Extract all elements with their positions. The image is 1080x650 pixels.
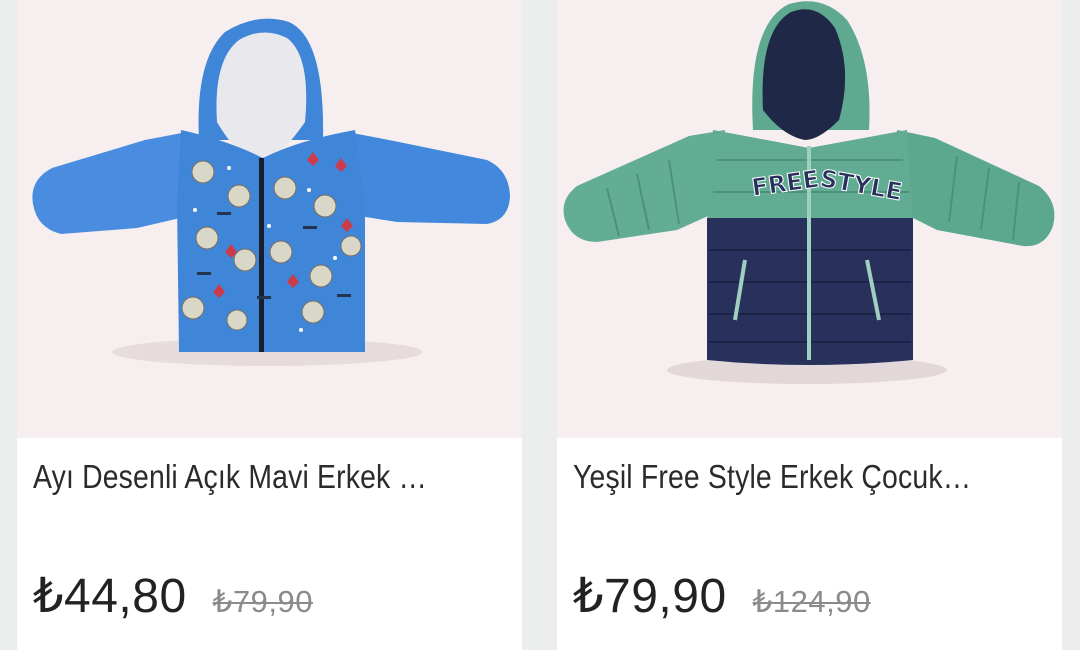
product-image-2[interactable]: FREE STYLE — [557, 0, 1062, 438]
blue-bear-hooded-jacket-image — [32, 18, 510, 366]
original-price: ₺124,90 — [752, 584, 871, 619]
sale-price: ₺79,90 — [573, 570, 727, 623]
product-title[interactable]: Yeşil Free Style Erkek Çocuk Mont — [573, 458, 977, 496]
product-title[interactable]: Ayı Desenli Açık Mavi Erkek Çocuk Mont — [33, 458, 437, 496]
product-card-2[interactable]: FREE STYLE Yeşil Free Style Erkek Çocuk … — [557, 0, 1062, 650]
product-image-1[interactable] — [17, 0, 522, 438]
sale-price: ₺44,80 — [33, 570, 187, 623]
original-price: ₺79,90 — [212, 584, 313, 619]
price-row: ₺44,80 ₺79,90 — [33, 568, 313, 624]
green-navy-puffer-jacket-image: FREE STYLE — [563, 1, 1055, 384]
product-card-1[interactable]: Ayı Desenli Açık Mavi Erkek Çocuk Mont ₺… — [17, 0, 522, 650]
price-row: ₺79,90 ₺124,90 — [573, 568, 871, 624]
